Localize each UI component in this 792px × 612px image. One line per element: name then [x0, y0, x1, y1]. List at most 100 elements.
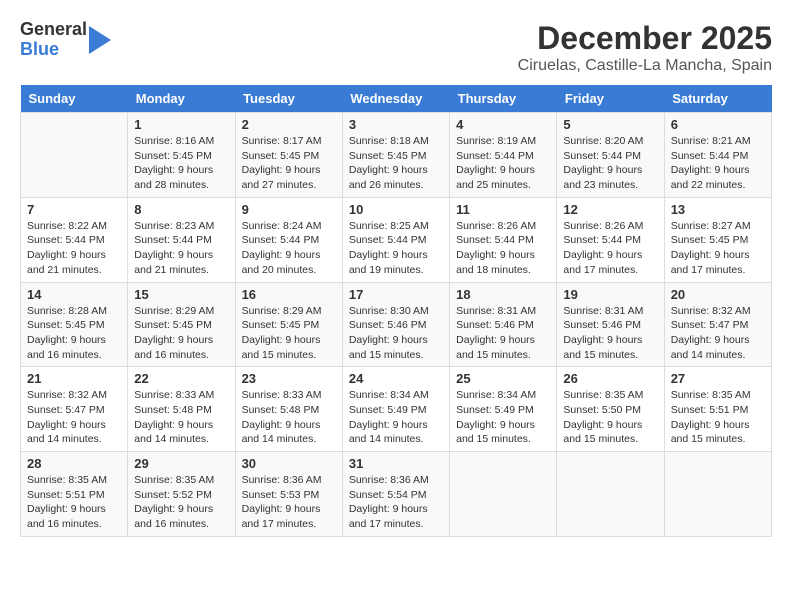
calendar-cell [664, 452, 771, 537]
day-info: Sunrise: 8:32 AM Sunset: 5:47 PM Dayligh… [27, 388, 121, 447]
day-info: Sunrise: 8:33 AM Sunset: 5:48 PM Dayligh… [134, 388, 228, 447]
day-info: Sunrise: 8:20 AM Sunset: 5:44 PM Dayligh… [563, 134, 657, 193]
calendar-cell: 14 Sunrise: 8:28 AM Sunset: 5:45 PM Dayli… [21, 282, 128, 367]
calendar-cell: 6 Sunrise: 8:21 AM Sunset: 5:44 PM Daylig… [664, 113, 771, 198]
header-cell-friday: Friday [557, 85, 664, 113]
day-number: 29 [134, 456, 228, 471]
calendar-cell: 11 Sunrise: 8:26 AM Sunset: 5:44 PM Dayli… [450, 197, 557, 282]
day-info: Sunrise: 8:36 AM Sunset: 5:54 PM Dayligh… [349, 473, 443, 532]
calendar-cell: 15 Sunrise: 8:29 AM Sunset: 5:45 PM Dayli… [128, 282, 235, 367]
day-number: 24 [349, 371, 443, 386]
day-info: Sunrise: 8:17 AM Sunset: 5:45 PM Dayligh… [242, 134, 336, 193]
day-info: Sunrise: 8:21 AM Sunset: 5:44 PM Dayligh… [671, 134, 765, 193]
calendar-cell: 3 Sunrise: 8:18 AM Sunset: 5:45 PM Daylig… [342, 113, 449, 198]
day-info: Sunrise: 8:32 AM Sunset: 5:47 PM Dayligh… [671, 304, 765, 363]
day-number: 30 [242, 456, 336, 471]
week-row-1: 1Sunrise: 8:16 AM Sunset: 5:45 PM Daylig… [21, 113, 772, 198]
day-number: 19 [563, 287, 657, 302]
calendar-cell: 27 Sunrise: 8:35 AM Sunset: 5:51 PM Dayli… [664, 367, 771, 452]
day-number: 14 [27, 287, 121, 302]
day-info: Sunrise: 8:34 AM Sunset: 5:49 PM Dayligh… [349, 388, 443, 447]
day-info: Sunrise: 8:25 AM Sunset: 5:44 PM Dayligh… [349, 219, 443, 278]
day-number: 17 [349, 287, 443, 302]
calendar-cell: 21 Sunrise: 8:32 AM Sunset: 5:47 PM Dayli… [21, 367, 128, 452]
day-info: Sunrise: 8:29 AM Sunset: 5:45 PM Dayligh… [242, 304, 336, 363]
day-number: 13 [671, 202, 765, 217]
calendar-cell: 10 Sunrise: 8:25 AM Sunset: 5:44 PM Dayli… [342, 197, 449, 282]
day-info: Sunrise: 8:27 AM Sunset: 5:45 PM Dayligh… [671, 219, 765, 278]
day-number: 3 [349, 117, 443, 132]
day-info: Sunrise: 8:28 AM Sunset: 5:45 PM Dayligh… [27, 304, 121, 363]
calendar-cell: 28Sunrise: 8:35 AM Sunset: 5:51 PM Dayli… [21, 452, 128, 537]
calendar-cell: 30 Sunrise: 8:36 AM Sunset: 5:53 PM Dayli… [235, 452, 342, 537]
header-cell-saturday: Saturday [664, 85, 771, 113]
day-number: 26 [563, 371, 657, 386]
calendar-cell: 4Sunrise: 8:19 AM Sunset: 5:44 PM Daylig… [450, 113, 557, 198]
calendar-cell: 29 Sunrise: 8:35 AM Sunset: 5:52 PM Dayli… [128, 452, 235, 537]
day-info: Sunrise: 8:19 AM Sunset: 5:44 PM Dayligh… [456, 134, 550, 193]
header-row: SundayMondayTuesdayWednesdayThursdayFrid… [21, 85, 772, 113]
day-number: 6 [671, 117, 765, 132]
day-info: Sunrise: 8:18 AM Sunset: 5:45 PM Dayligh… [349, 134, 443, 193]
week-row-2: 7Sunrise: 8:22 AM Sunset: 5:44 PM Daylig… [21, 197, 772, 282]
day-info: Sunrise: 8:31 AM Sunset: 5:46 PM Dayligh… [456, 304, 550, 363]
week-row-4: 21 Sunrise: 8:32 AM Sunset: 5:47 PM Dayli… [21, 367, 772, 452]
day-info: Sunrise: 8:26 AM Sunset: 5:44 PM Dayligh… [563, 219, 657, 278]
header: General Blue December 2025 Ciruelas, Cas… [20, 20, 772, 75]
day-number: 8 [134, 202, 228, 217]
calendar-cell: 9 Sunrise: 8:24 AM Sunset: 5:44 PM Daylig… [235, 197, 342, 282]
calendar-cell: 17 Sunrise: 8:30 AM Sunset: 5:46 PM Dayli… [342, 282, 449, 367]
header-cell-wednesday: Wednesday [342, 85, 449, 113]
week-row-5: 28Sunrise: 8:35 AM Sunset: 5:51 PM Dayli… [21, 452, 772, 537]
calendar-cell [557, 452, 664, 537]
calendar-cell: 5 Sunrise: 8:20 AM Sunset: 5:44 PM Daylig… [557, 113, 664, 198]
page-title: December 2025 [518, 20, 772, 57]
calendar-cell [21, 113, 128, 198]
calendar-cell: 18Sunrise: 8:31 AM Sunset: 5:46 PM Dayli… [450, 282, 557, 367]
day-info: Sunrise: 8:35 AM Sunset: 5:52 PM Dayligh… [134, 473, 228, 532]
day-info: Sunrise: 8:35 AM Sunset: 5:51 PM Dayligh… [671, 388, 765, 447]
day-number: 1 [134, 117, 228, 132]
logo-icon [89, 26, 111, 54]
day-info: Sunrise: 8:24 AM Sunset: 5:44 PM Dayligh… [242, 219, 336, 278]
day-info: Sunrise: 8:26 AM Sunset: 5:44 PM Dayligh… [456, 219, 550, 278]
day-number: 12 [563, 202, 657, 217]
header-cell-sunday: Sunday [21, 85, 128, 113]
logo-line2: Blue [20, 40, 87, 60]
day-info: Sunrise: 8:29 AM Sunset: 5:45 PM Dayligh… [134, 304, 228, 363]
calendar-cell: 25 Sunrise: 8:34 AM Sunset: 5:49 PM Dayli… [450, 367, 557, 452]
day-number: 15 [134, 287, 228, 302]
day-number: 27 [671, 371, 765, 386]
title-section: December 2025 Ciruelas, Castille-La Manc… [518, 20, 772, 75]
calendar-cell: 16 Sunrise: 8:29 AM Sunset: 5:45 PM Dayli… [235, 282, 342, 367]
day-number: 25 [456, 371, 550, 386]
calendar-cell: 22Sunrise: 8:33 AM Sunset: 5:48 PM Dayli… [128, 367, 235, 452]
calendar-cell: 31Sunrise: 8:36 AM Sunset: 5:54 PM Dayli… [342, 452, 449, 537]
day-info: Sunrise: 8:30 AM Sunset: 5:46 PM Dayligh… [349, 304, 443, 363]
calendar-cell: 8 Sunrise: 8:23 AM Sunset: 5:44 PM Daylig… [128, 197, 235, 282]
day-info: Sunrise: 8:23 AM Sunset: 5:44 PM Dayligh… [134, 219, 228, 278]
header-cell-thursday: Thursday [450, 85, 557, 113]
day-number: 16 [242, 287, 336, 302]
day-info: Sunrise: 8:36 AM Sunset: 5:53 PM Dayligh… [242, 473, 336, 532]
calendar-cell: 24 Sunrise: 8:34 AM Sunset: 5:49 PM Dayli… [342, 367, 449, 452]
day-info: Sunrise: 8:33 AM Sunset: 5:48 PM Dayligh… [242, 388, 336, 447]
calendar-cell: 7Sunrise: 8:22 AM Sunset: 5:44 PM Daylig… [21, 197, 128, 282]
header-cell-monday: Monday [128, 85, 235, 113]
calendar-cell: 13 Sunrise: 8:27 AM Sunset: 5:45 PM Dayli… [664, 197, 771, 282]
header-cell-tuesday: Tuesday [235, 85, 342, 113]
day-info: Sunrise: 8:34 AM Sunset: 5:49 PM Dayligh… [456, 388, 550, 447]
calendar-cell: 23 Sunrise: 8:33 AM Sunset: 5:48 PM Dayli… [235, 367, 342, 452]
day-number: 23 [242, 371, 336, 386]
day-number: 21 [27, 371, 121, 386]
calendar-cell: 2Sunrise: 8:17 AM Sunset: 5:45 PM Daylig… [235, 113, 342, 198]
calendar-cell: 19Sunrise: 8:31 AM Sunset: 5:46 PM Dayli… [557, 282, 664, 367]
calendar-cell: 20Sunrise: 8:32 AM Sunset: 5:47 PM Dayli… [664, 282, 771, 367]
day-number: 11 [456, 202, 550, 217]
day-number: 5 [563, 117, 657, 132]
day-number: 9 [242, 202, 336, 217]
calendar-table: SundayMondayTuesdayWednesdayThursdayFrid… [20, 85, 772, 537]
logo: General Blue [20, 20, 111, 60]
day-number: 10 [349, 202, 443, 217]
page-subtitle: Ciruelas, Castille-La Mancha, Spain [518, 57, 772, 75]
